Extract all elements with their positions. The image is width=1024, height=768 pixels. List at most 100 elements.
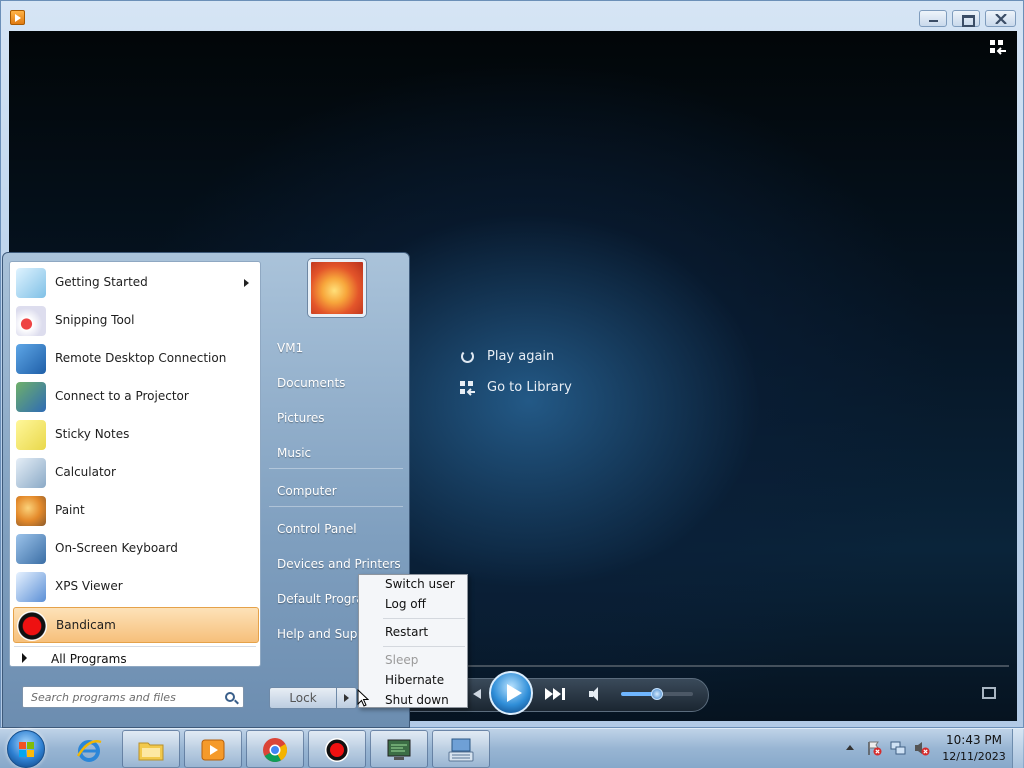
close-icon [994,13,1007,25]
play-again-label: Play again [487,349,555,364]
divider [383,646,465,647]
clock-time[interactable]: 10:43 PM [944,733,1004,747]
maximize-button[interactable] [952,10,980,27]
flag-blue [19,750,26,757]
taskbar-item-windows-media-player[interactable] [184,730,242,768]
program-label: XPS Viewer [55,579,123,593]
bandicam-record-icon [323,736,351,764]
divider [269,468,403,469]
search-input[interactable] [22,686,244,708]
submenu-arrow-icon [244,279,249,287]
close-button[interactable] [985,10,1016,27]
program-label: Snipping Tool [55,313,135,327]
start-menu: Getting Started Snipping Tool Remote Deskt… [2,252,410,728]
start-link[interactable]: Documents [269,368,405,398]
switch-to-library-icon[interactable] [989,39,1007,55]
fullscreen-icon[interactable] [982,687,996,699]
taskbar-item-on-screen-keyboard[interactable] [432,730,490,768]
keyboard-icon [447,736,475,764]
divider [383,618,465,619]
library-icon [460,381,475,396]
power-menu-label: Restart [385,625,429,639]
power-menu-label: Switch user [385,577,455,591]
getting-started-icon [16,268,46,298]
start-link-label: Control Panel [277,522,357,536]
bandicam-record-icon [17,611,47,641]
program-label: On-Screen Keyboard [55,541,178,555]
go-to-library-option[interactable]: Go to Library [459,378,599,398]
scissors-icon [16,306,46,336]
program-label: Connect to a Projector [55,389,189,403]
program-item[interactable]: Getting Started [13,265,259,301]
power-menu-item[interactable]: Hibernate [361,671,465,691]
play-button[interactable] [489,671,533,715]
taskbar-item-bandicam[interactable] [308,730,366,768]
windows-logo-icon [19,742,35,758]
program-label: Paint [55,503,85,517]
program-item[interactable]: XPS Viewer [13,569,259,605]
start-link[interactable]: Music [269,438,405,468]
power-menu-label: Shut down [385,693,449,707]
power-menu-item[interactable]: Shut down [361,691,465,711]
monitor-icon [385,736,413,764]
start-link[interactable]: Computer [269,476,405,506]
play-again-option[interactable]: Play again [459,347,599,367]
power-menu-item[interactable]: Restart [361,623,465,643]
media-player-icon[interactable] [10,10,25,25]
volume-slider[interactable] [621,688,693,700]
volume-thumb[interactable] [651,688,663,700]
program-item[interactable]: Connect to a Projector [13,379,259,415]
power-menu-item[interactable]: Switch user [361,575,465,595]
start-link-label: Devices and Printers [277,557,401,571]
power-options-arrow-button[interactable] [337,687,357,709]
program-item[interactable]: On-Screen Keyboard [13,531,259,567]
minimize-button[interactable] [919,10,947,27]
search-icon[interactable] [225,692,235,702]
user-picture[interactable] [308,259,366,317]
program-label: Sticky Notes [55,427,130,441]
lock-button[interactable]: Lock [269,687,337,709]
program-label: Calculator [55,465,116,479]
next-button[interactable] [543,687,569,701]
start-link[interactable]: Control Panel [269,514,405,544]
taskbar-item-google-chrome[interactable] [246,730,304,768]
flag-green [27,742,34,749]
internet-explorer-icon [75,736,103,764]
start-link-label: Music [277,446,312,460]
clock-date[interactable]: 12/11/2023 [942,750,1006,763]
folder-icon [137,736,165,764]
program-item[interactable]: Snipping Tool [13,303,259,339]
start-button[interactable] [7,730,45,768]
all-programs-button[interactable]: All Programs [13,650,259,670]
program-label: Remote Desktop Connection [55,351,227,365]
network-icon[interactable] [890,740,906,756]
power-menu-item[interactable]: Log off [361,595,465,615]
speaker-icon[interactable] [589,687,605,701]
taskbar-item-windows-explorer[interactable] [122,730,180,768]
program-item[interactable]: Sticky Notes [13,417,259,453]
program-item[interactable]: Paint [13,493,259,529]
flag-yellow [27,750,34,757]
start-link[interactable]: VM1 [269,333,405,363]
program-item[interactable]: Remote Desktop Connection [13,341,259,377]
projector-icon [16,382,46,412]
taskbar-item-screen-app[interactable] [370,730,428,768]
paint-palette-icon [16,496,46,526]
divider [269,506,403,507]
volume-muted-icon[interactable] [914,740,930,756]
arrow-right-icon [22,653,27,663]
start-link[interactable]: Pictures [269,403,405,433]
start-link-label: Documents [277,376,346,390]
media-player-icon [199,736,227,764]
previous-button[interactable] [471,687,485,701]
action-center-flag-icon[interactable] [866,740,882,756]
next-icon-part [553,688,561,700]
program-item[interactable]: Bandicam [13,607,259,643]
title-bar[interactable] [1,1,1023,31]
program-item[interactable]: Calculator [13,455,259,491]
taskbar-item-internet-explorer[interactable] [60,730,118,768]
start-link-label: Computer [277,484,337,498]
show-hidden-icons-icon[interactable] [846,745,854,750]
show-desktop-button[interactable] [1012,729,1023,768]
sticky-notes-icon [16,420,46,450]
